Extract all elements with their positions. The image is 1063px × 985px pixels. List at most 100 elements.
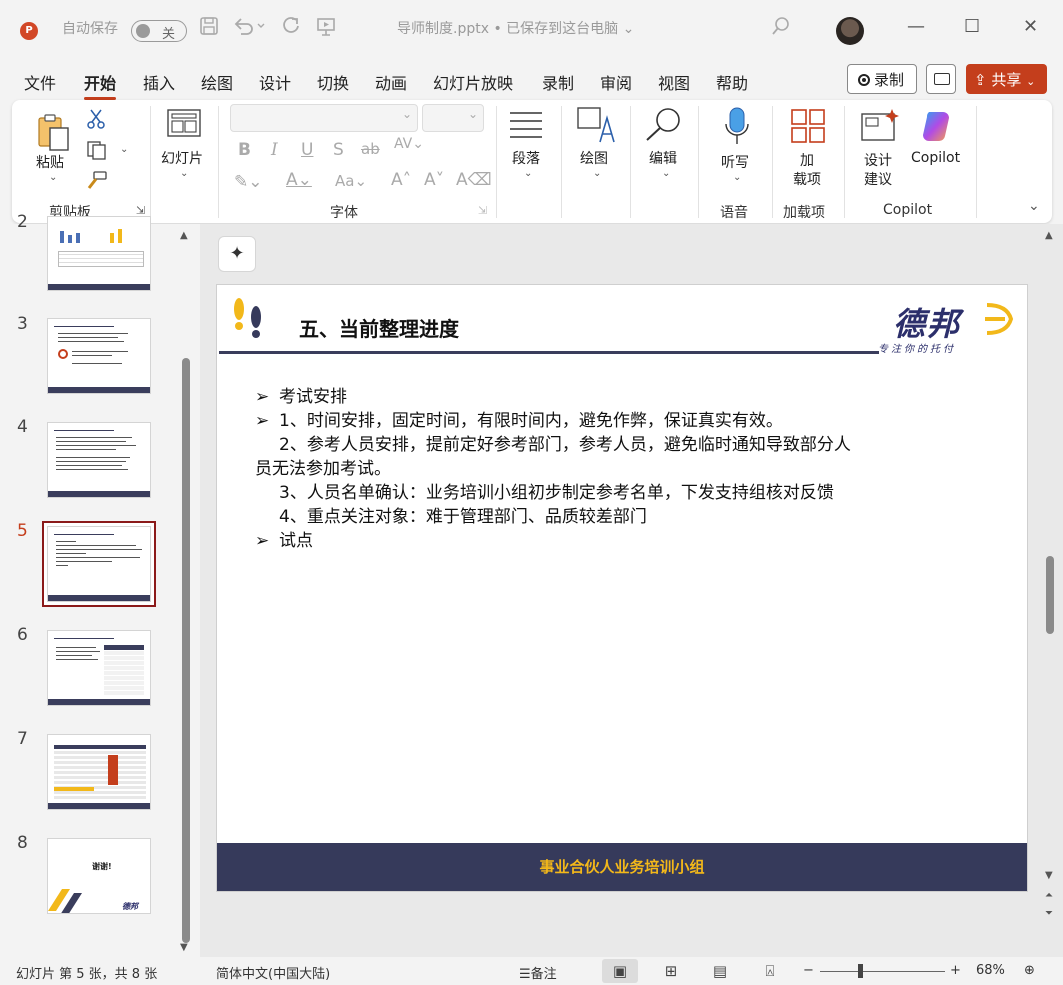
slide-thumbnail-5[interactable]	[47, 526, 151, 602]
new-slide-icon[interactable]	[166, 108, 202, 144]
chevron-down-icon: ⌄	[622, 21, 635, 37]
dialog-launcher-icon[interactable]: ⇲	[478, 204, 487, 217]
comments-button[interactable]	[926, 64, 956, 94]
tab-help[interactable]: 帮助	[716, 70, 748, 94]
underline-icon[interactable]: U	[301, 140, 313, 160]
fit-to-window-icon[interactable]: ⊕	[1024, 963, 1035, 978]
slide-title: 五、当前整理进度	[299, 317, 459, 341]
ribbon-expand-chevron-icon[interactable]: ⌄	[1028, 198, 1040, 214]
next-slide-icon[interactable]: ⏷	[1045, 908, 1053, 919]
scroll-down-arrow-icon[interactable]: ▼	[180, 942, 188, 953]
copy-icon[interactable]	[86, 140, 108, 164]
reading-view-button[interactable]: ▤	[702, 959, 738, 983]
zoom-slider-track[interactable]	[820, 971, 945, 972]
designer-sparkle-button[interactable]: ✦	[218, 236, 256, 272]
zoom-out-button[interactable]: −	[803, 963, 814, 978]
zoom-slider-knob[interactable]	[858, 964, 863, 978]
tab-animations[interactable]: 动画	[375, 70, 407, 94]
zoom-in-button[interactable]: +	[950, 963, 961, 978]
highlighter-icon[interactable]: ✎⌄	[234, 172, 263, 192]
italic-icon[interactable]: I	[271, 140, 278, 160]
thumbnail-scrollbar[interactable]: ▲ ▼	[180, 230, 190, 953]
close-icon[interactable]: ✕	[1023, 16, 1038, 37]
slide-thumbnail-3[interactable]	[47, 318, 151, 394]
slide-thumbnail-2[interactable]	[47, 216, 151, 291]
slideshow-view-button[interactable]: ⍓	[752, 959, 788, 983]
font-family-select[interactable]	[230, 104, 418, 132]
chevron-down-icon[interactable]: ⌄	[524, 168, 532, 179]
tab-record[interactable]: 录制	[542, 70, 574, 94]
chevron-down-icon[interactable]: ⌄	[593, 168, 601, 179]
decrease-font-size-icon[interactable]: A˅	[424, 170, 444, 190]
strikethrough-icon[interactable]: ab	[361, 140, 380, 158]
increase-font-size-icon[interactable]: A˄	[391, 170, 411, 190]
tab-review[interactable]: 审阅	[600, 70, 632, 94]
slide-thumbnail-8[interactable]: 谢谢! 德邦	[47, 838, 151, 914]
previous-slide-icon[interactable]: ⏶	[1045, 890, 1053, 901]
scroll-up-arrow-icon[interactable]: ▲	[1045, 230, 1053, 241]
tab-view[interactable]: 视图	[658, 70, 690, 94]
normal-view-button[interactable]: ▣	[602, 959, 638, 983]
tab-insert[interactable]: 插入	[143, 70, 175, 94]
body-line: 3、人员名单确认：业务培训小组初步制定参考名单，下发支持组核对反馈	[255, 481, 834, 505]
chevron-down-icon[interactable]: ⌄	[662, 168, 670, 179]
chevron-down-icon[interactable]: ⌄	[120, 144, 128, 155]
tab-design[interactable]: 设计	[259, 70, 291, 94]
format-painter-icon[interactable]	[86, 170, 108, 194]
undo-icon[interactable]	[233, 16, 265, 41]
language-indicator[interactable]: 简体中文(中国大陆)	[216, 963, 330, 982]
font-color-icon[interactable]: A⌄	[286, 170, 312, 190]
addins-icon[interactable]	[790, 108, 826, 148]
record-button[interactable]: 录制	[847, 64, 917, 94]
minimize-icon[interactable]: —	[907, 16, 925, 37]
share-button[interactable]: ⇪ 共享 ⌄	[966, 64, 1047, 94]
paste-icon[interactable]	[36, 112, 72, 156]
tab-transitions[interactable]: 切换	[317, 70, 349, 94]
user-avatar[interactable]	[836, 17, 864, 45]
save-icon[interactable]	[199, 16, 219, 41]
present-from-start-icon[interactable]	[316, 16, 336, 41]
tab-file[interactable]: 文件	[24, 70, 56, 94]
designer-icon[interactable]	[860, 108, 900, 148]
redo-icon[interactable]	[281, 16, 301, 41]
thumb-title-rule	[54, 326, 114, 327]
chevron-down-icon[interactable]: ⌄	[180, 168, 188, 179]
search-icon[interactable]	[771, 16, 791, 41]
character-spacing-icon[interactable]: AV⌄	[394, 136, 424, 152]
thumb-stripe-decoration	[48, 889, 82, 913]
thumb-text-line	[58, 333, 128, 334]
slide-scrollbar[interactable]: ▲ ▼ ⏶ ⏷	[1044, 230, 1056, 930]
slide-counter[interactable]: 幻灯片 第 5 张，共 8 张	[16, 963, 157, 982]
zoom-level[interactable]: 68%	[976, 963, 1005, 978]
scrollbar-thumb[interactable]	[182, 358, 190, 943]
document-title[interactable]: 导师制度.pptx • 已保存到这台电脑 ⌄	[397, 18, 634, 38]
font-size-select[interactable]	[422, 104, 484, 132]
chevron-down-icon[interactable]: ⌄	[733, 172, 741, 183]
microphone-icon[interactable]	[724, 106, 750, 150]
drawing-shapes-icon[interactable]	[576, 104, 616, 148]
tab-draw[interactable]: 绘图	[201, 70, 233, 94]
autosave-toggle[interactable]: 关	[131, 20, 187, 42]
scrollbar-thumb[interactable]	[1046, 556, 1054, 634]
scroll-up-arrow-icon[interactable]: ▲	[180, 230, 188, 241]
chevron-down-icon[interactable]: ⌄	[49, 172, 57, 183]
slide-thumbnail-4[interactable]	[47, 422, 151, 498]
copilot-icon[interactable]	[919, 108, 957, 148]
clear-formatting-icon[interactable]: A⌫	[456, 170, 492, 190]
slide-thumbnail-6[interactable]	[47, 630, 151, 706]
scroll-down-arrow-icon[interactable]: ▼	[1045, 870, 1053, 881]
bold-icon[interactable]: B	[238, 140, 251, 160]
slide-sorter-view-button[interactable]: ⊞	[653, 959, 689, 983]
shadow-icon[interactable]: S	[333, 140, 344, 160]
tab-home[interactable]: 开始	[84, 70, 117, 100]
maximize-icon[interactable]: ☐	[964, 16, 980, 37]
notes-button[interactable]: ☰备注	[519, 963, 557, 982]
company-logo: 德邦	[893, 305, 962, 343]
slide-thumbnail-7[interactable]	[47, 734, 151, 810]
tab-slideshow[interactable]: 幻灯片放映	[433, 70, 513, 94]
slide-canvas[interactable]: 五、当前整理进度 德邦 专注你的托付 ➢ 考试安排 ➢ 1、时间安排，固定时间，有限…	[216, 284, 1028, 892]
paragraph-icon[interactable]	[508, 110, 544, 144]
find-icon[interactable]	[644, 106, 684, 146]
cut-icon[interactable]	[86, 108, 106, 134]
change-case-icon[interactable]: Aa⌄	[335, 172, 367, 190]
